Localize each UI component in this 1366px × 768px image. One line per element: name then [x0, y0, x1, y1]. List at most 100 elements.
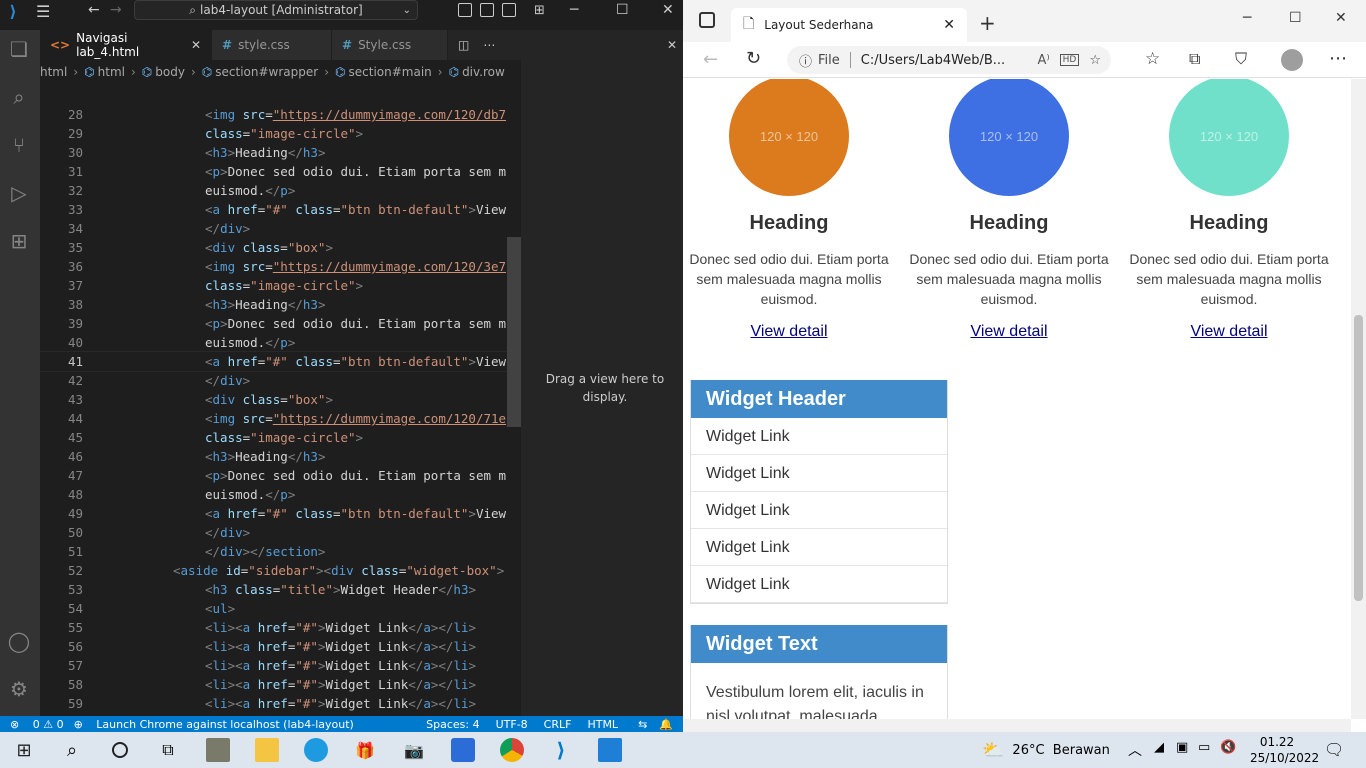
store-icon[interactable] [451, 738, 475, 762]
live-share-icon[interactable]: ⇆ [638, 718, 647, 731]
task-view-icon[interactable]: ⧉ [156, 738, 180, 762]
clock[interactable]: 01.22 25/10/2022 [1250, 732, 1319, 768]
eol-status[interactable]: CRLF [544, 718, 572, 731]
toggle-secondary-sidebar-icon[interactable] [502, 3, 516, 17]
photos-icon[interactable] [598, 738, 622, 762]
menu-icon[interactable]: ☰ [36, 2, 50, 21]
breadcrumb-item[interactable]: section#main [349, 65, 432, 79]
more-icon[interactable]: ⋯ [1329, 48, 1347, 69]
maximize-icon[interactable]: ☐ [616, 2, 629, 18]
code-line[interactable]: 48 euismod.</p> [40, 485, 521, 504]
page-scrollbar[interactable] [1351, 79, 1366, 719]
notifications-icon[interactable]: 🔔 [659, 718, 673, 731]
volume-icon[interactable]: 🔇 [1220, 740, 1236, 755]
code-line[interactable]: 52 <aside id="sidebar"><div class="widget… [40, 561, 521, 580]
read-aloud-icon[interactable]: A⁾ [1038, 53, 1050, 68]
breadcrumb-item[interactable]: div.row [462, 65, 505, 79]
view-detail-link[interactable]: View detail [689, 323, 889, 341]
address-bar[interactable]: ⓘ File C:/Users/Lab4Web/B... A⁾ HD ☆ [787, 46, 1111, 74]
widget-link[interactable]: Widget Link [691, 492, 947, 529]
close-icon[interactable]: ✕ [662, 2, 674, 18]
widget-link[interactable]: Widget Link [691, 529, 947, 566]
refresh-icon[interactable]: ↻ [746, 48, 761, 69]
breadcrumb-item[interactable]: section#wrapper [215, 65, 318, 79]
code-line[interactable]: 33 <a href="#" class="btn btn-default">Vi… [40, 200, 521, 219]
toggle-panel-icon[interactable] [480, 3, 494, 17]
code-line[interactable]: 50 </div> [40, 523, 521, 542]
breadcrumb-item[interactable]: html [40, 65, 67, 79]
source-control-icon[interactable]: ⑂ [4, 130, 34, 160]
code-line[interactable]: 36 <img src="https://dummyimage.com/120/3… [40, 257, 521, 276]
camera-icon[interactable]: 📷 [402, 738, 426, 762]
view-detail-link[interactable]: View detail [909, 323, 1109, 341]
code-line[interactable]: 51 </div></section> [40, 542, 521, 561]
code-line[interactable]: 39 <p>Donec sed odio dui. Etiam porta sem… [40, 314, 521, 333]
run-debug-icon[interactable]: ▷ [4, 178, 34, 208]
back-icon[interactable]: ← [88, 2, 100, 18]
code-line[interactable]: 58 <li><a href="#">Widget Link</a></li> [40, 675, 521, 694]
meet-now-icon[interactable]: ▣ [1176, 740, 1188, 755]
code-line[interactable]: 55 <li><a href="#">Widget Link</a></li> [40, 618, 521, 637]
breadcrumb-item[interactable]: html [98, 65, 125, 79]
layout-icon[interactable]: ⊞ [534, 3, 545, 18]
hd-icon[interactable]: HD [1059, 54, 1080, 66]
browser-essentials-icon[interactable]: ⛉ [1235, 49, 1247, 69]
code-line[interactable]: 28 <img src="https://dummyimage.com/120/d… [40, 105, 521, 124]
problems-status[interactable]: ⊗ 0 ⚠ 0 [10, 718, 64, 731]
close-icon[interactable]: ✕ [1335, 10, 1347, 26]
code-line[interactable]: 56 <li><a href="#">Widget Link</a></li> [40, 637, 521, 656]
show-hidden-icons[interactable]: ︿ [1128, 740, 1142, 760]
split-editor-icon[interactable]: ◫ [458, 38, 469, 52]
widget-link[interactable]: Widget Link [691, 418, 947, 455]
minimize-icon[interactable]: ─ [570, 2, 578, 18]
code-line[interactable]: 34 </div> [40, 219, 521, 238]
gift-icon[interactable]: 🎁 [353, 738, 377, 762]
more-actions-icon[interactable]: ⋯ [483, 38, 495, 52]
profile-avatar[interactable] [1281, 49, 1303, 71]
extensions-icon[interactable]: ⊞ [4, 226, 34, 256]
language-status[interactable]: HTML [587, 718, 618, 731]
maximize-icon[interactable]: ☐ [1289, 10, 1302, 26]
code-line[interactable]: 40 euismod.</p> [40, 333, 521, 352]
start-windows-icon[interactable]: ⊞ [12, 738, 36, 762]
scrollbar-thumb[interactable] [1354, 315, 1363, 601]
app-icon[interactable] [206, 738, 230, 762]
code-line[interactable]: 31 <p>Donec sed odio dui. Etiam porta sem… [40, 162, 521, 181]
code-line[interactable]: 46 <h3>Heading</h3> [40, 447, 521, 466]
search-icon[interactable]: ⌕ [4, 82, 34, 112]
forward-icon[interactable]: → [110, 2, 122, 18]
code-line[interactable]: 43 <div class="box"> [40, 390, 521, 409]
new-tab-icon[interactable]: + [979, 11, 996, 35]
browser-tab[interactable]: 🗋 Layout Sederhana ✕ [731, 8, 967, 42]
code-line[interactable]: 44 <img src="https://dummyimage.com/120/7… [40, 409, 521, 428]
settings-gear-icon[interactable]: ⚙ [4, 674, 34, 704]
code-line[interactable]: 37 class="image-circle"> [40, 276, 521, 295]
code-line[interactable]: 42 </div> [40, 371, 521, 390]
view-detail-link[interactable]: View detail [1129, 323, 1329, 341]
close-group-icon[interactable]: ✕ [667, 38, 677, 52]
cortana-icon[interactable] [108, 738, 132, 762]
tab-html[interactable]: <> Navigasi lab_4.html ✕ [40, 30, 212, 60]
account-icon[interactable]: ◯ [4, 626, 34, 656]
weather-widget[interactable]: ⛅ 26°C Berawan [982, 732, 1110, 768]
tab-actions-icon[interactable] [699, 12, 715, 28]
close-tab-icon[interactable]: ✕ [191, 38, 201, 52]
launch-status[interactable]: ⊕ Launch Chrome against localhost (lab4-… [74, 718, 354, 731]
back-icon[interactable]: ← [703, 49, 718, 70]
search-icon[interactable]: ⌕ [60, 738, 84, 762]
code-line[interactable]: 49 <a href="#" class="btn btn-default">Vi… [40, 504, 521, 523]
horizontal-scrollbar[interactable] [683, 719, 1351, 732]
code-editor[interactable]: 28 <img src="https://dummyimage.com/120/d… [40, 82, 521, 712]
favorites-icon[interactable]: ☆ [1145, 49, 1160, 69]
favorite-icon[interactable]: ☆ [1089, 53, 1101, 68]
editor-scrollbar[interactable] [507, 237, 521, 427]
code-line[interactable]: 54 <ul> [40, 599, 521, 618]
code-line[interactable]: 38 <h3>Heading</h3> [40, 295, 521, 314]
code-line[interactable]: 32 euismod.</p> [40, 181, 521, 200]
minimize-icon[interactable]: ─ [1243, 10, 1251, 26]
code-line[interactable]: 53 <h3 class="title">Widget Header</h3> [40, 580, 521, 599]
network-icon[interactable]: ◢ [1154, 740, 1164, 755]
code-line[interactable]: 30 <h3>Heading</h3> [40, 143, 521, 162]
chrome-icon[interactable] [500, 738, 524, 762]
notification-center-icon[interactable]: 🗨 [1324, 740, 1344, 759]
